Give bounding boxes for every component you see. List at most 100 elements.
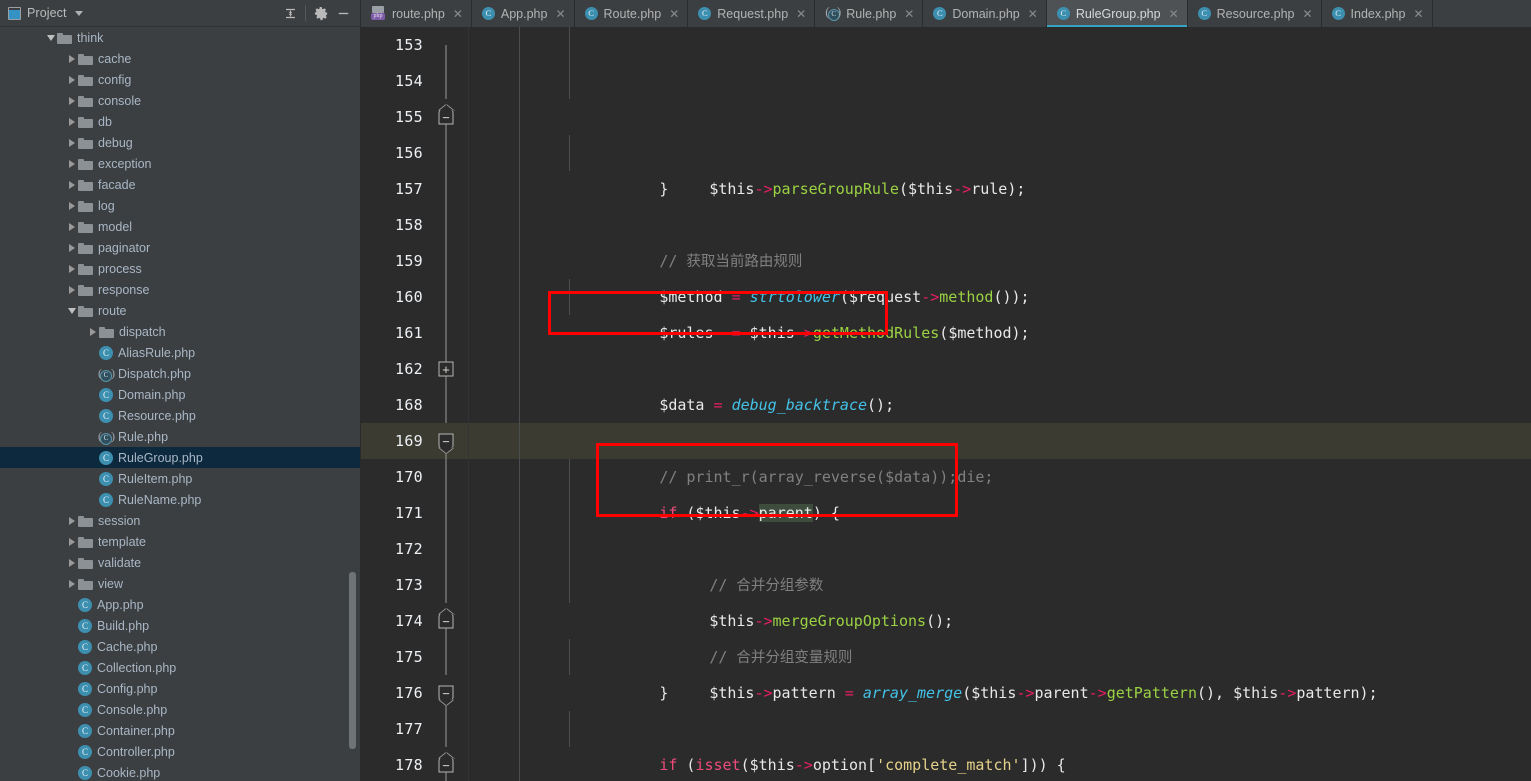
gear-icon[interactable] [310,2,332,24]
fold-end-marker[interactable]: − [438,104,454,125]
tree-item-container-php[interactable]: C Container.php [0,720,360,741]
chevron-right-icon[interactable] [65,199,78,212]
code-content[interactable]: } [469,747,1531,781]
close-icon[interactable]: ✕ [1169,8,1179,20]
chevron-down-icon[interactable] [74,10,83,16]
code-line-168[interactable]: 168 // print_r(array_reverse($data));die… [361,387,1531,486]
tree-item-console[interactable]: console [0,90,360,111]
code-line-153[interactable]: 153 [361,27,1531,63]
code-content[interactable] [469,135,1531,171]
tree-item-model[interactable]: model [0,216,360,237]
gutter[interactable]: 155 − [361,99,469,135]
tab-index-php[interactable]: C Index.php ✕ [1322,0,1433,27]
chevron-down-icon[interactable] [65,304,78,317]
tree-item-db[interactable]: db [0,111,360,132]
chevron-right-icon[interactable] [65,220,78,233]
chevron-right-icon[interactable] [65,136,78,149]
code-content[interactable]: $completeMatch = $this->option['complete… [469,711,1531,747]
code-line-161[interactable]: 161 $data = debug_backtrace(); [361,315,1531,414]
tree-item-controller-php[interactable]: C Controller.php [0,741,360,762]
code-line-154[interactable]: 154 $this->parseGroupRule($this->rule); [361,63,1531,198]
fold-column[interactable] [423,27,469,63]
tree-item-resource-php[interactable]: C Resource.php [0,405,360,426]
gutter[interactable]: 160 [361,279,469,315]
fold-column[interactable] [423,63,469,99]
code-editor[interactable]: 153 154 $this->parseGroupRule($this->rul… [361,27,1531,781]
chevron-right-icon[interactable] [65,556,78,569]
tab-domain-php[interactable]: C Domain.php ✕ [923,0,1047,27]
tab-resource-php[interactable]: C Resource.php ✕ [1188,0,1322,27]
code-content[interactable] [469,279,1531,315]
tab-rulegroup-php[interactable]: C RuleGroup.php ✕ [1046,0,1188,27]
code-line-175[interactable]: 175 [361,639,1531,675]
gutter[interactable]: 159 [361,243,469,279]
tree-item-view[interactable]: view [0,573,360,594]
code-line-162[interactable]: 162 + foreach ($data as $k => $v) {...} [361,351,1531,451]
code-content[interactable]: // print_r(array_reverse($data));die; [469,387,1531,486]
tree-item-facade[interactable]: facade [0,174,360,195]
code-content[interactable] [469,639,1531,675]
fold-column[interactable] [423,207,469,243]
gutter[interactable]: 169 − [361,423,469,459]
code-line-157[interactable]: 157 // 获取当前路由规则 [361,171,1531,270]
code-line-173[interactable]: 173 $this->pattern = array_merge($this->… [361,567,1531,702]
close-icon[interactable]: ✕ [796,8,806,20]
code-content[interactable]: } [469,99,1531,198]
tree-item-ruleitem-php[interactable]: C RuleItem.php [0,468,360,489]
gutter[interactable]: 175 [361,639,469,675]
code-content[interactable]: $this->pattern = array_merge($this->pare… [469,567,1531,702]
code-line-172[interactable]: 172 // 合并分组变量规则 [361,531,1531,666]
tree-item-cache-php[interactable]: C Cache.php [0,636,360,657]
chevron-right-icon[interactable] [86,325,99,338]
gutter[interactable]: 156 [361,135,469,171]
tab-route2-php[interactable]: C Route.php ✕ [575,0,689,27]
code-content[interactable]: // 合并分组变量规则 [469,531,1531,666]
fold-column[interactable]: − [423,99,469,135]
chevron-right-icon[interactable] [65,241,78,254]
gutter[interactable]: 172 [361,531,469,567]
code-line-158[interactable]: 158 $method = strtolower($request->metho… [361,207,1531,306]
fold-column[interactable] [423,639,469,675]
tree-item-cookie-php[interactable]: C Cookie.php [0,762,360,781]
gutter[interactable]: 176 − [361,675,469,711]
tree-item-console-php[interactable]: C Console.php [0,699,360,720]
tree-item-config-php[interactable]: C Config.php [0,678,360,699]
tree-item-config[interactable]: config [0,69,360,90]
code-content[interactable]: // 合并分组参数 [469,459,1531,594]
code-content[interactable]: if ($this->parent) { [469,423,1531,522]
fold-expand-marker[interactable]: + [438,361,454,377]
code-line-178[interactable]: 178 − } [361,747,1531,781]
fold-column[interactable]: + [423,351,469,387]
code-content[interactable]: $data = debug_backtrace(); [469,315,1531,414]
code-content[interactable]: $this->parseGroupRule($this->rule); [469,63,1531,198]
tab-request-php[interactable]: C Request.php ✕ [688,0,816,27]
gutter[interactable]: 154 [361,63,469,99]
code-content[interactable]: // 获取当前路由规则 [469,171,1531,270]
chevron-right-icon[interactable] [65,94,78,107]
code-content[interactable]: if (isset($this->option['complete_match'… [469,675,1531,774]
close-icon[interactable]: ✕ [555,8,565,20]
fold-column[interactable] [423,567,469,603]
chevron-right-icon[interactable] [65,514,78,527]
close-icon[interactable]: ✕ [1302,8,1312,20]
project-panel-scrollbar[interactable] [349,572,356,749]
code-line-160[interactable]: 160 [361,279,1531,315]
fold-column[interactable]: − [423,603,469,639]
fold-column[interactable]: − [423,423,469,459]
project-file-tree[interactable]: think cache config console db debug exce… [0,27,360,781]
close-icon[interactable]: ✕ [1413,8,1423,20]
gutter[interactable]: 162 + [361,351,469,387]
tree-item-aliasrule-php[interactable]: C AliasRule.php [0,342,360,363]
gutter[interactable]: 171 [361,495,469,531]
editor-tab-bar[interactable]: php route.php ✕ C App.php ✕ C Route.php … [361,0,1531,27]
gutter[interactable]: 157 [361,171,469,207]
code-line-177[interactable]: 177 $completeMatch = $this->option['comp… [361,711,1531,747]
close-icon[interactable]: ✕ [453,8,463,20]
fold-collapse-marker[interactable]: − [438,685,454,706]
tree-item-dispatch[interactable]: dispatch [0,321,360,342]
tree-item-rulename-php[interactable]: C RuleName.php [0,489,360,510]
gutter[interactable]: 168 [361,387,469,423]
code-line-156[interactable]: 156 [361,135,1531,171]
fold-column[interactable] [423,495,469,531]
fold-column[interactable]: − [423,675,469,711]
